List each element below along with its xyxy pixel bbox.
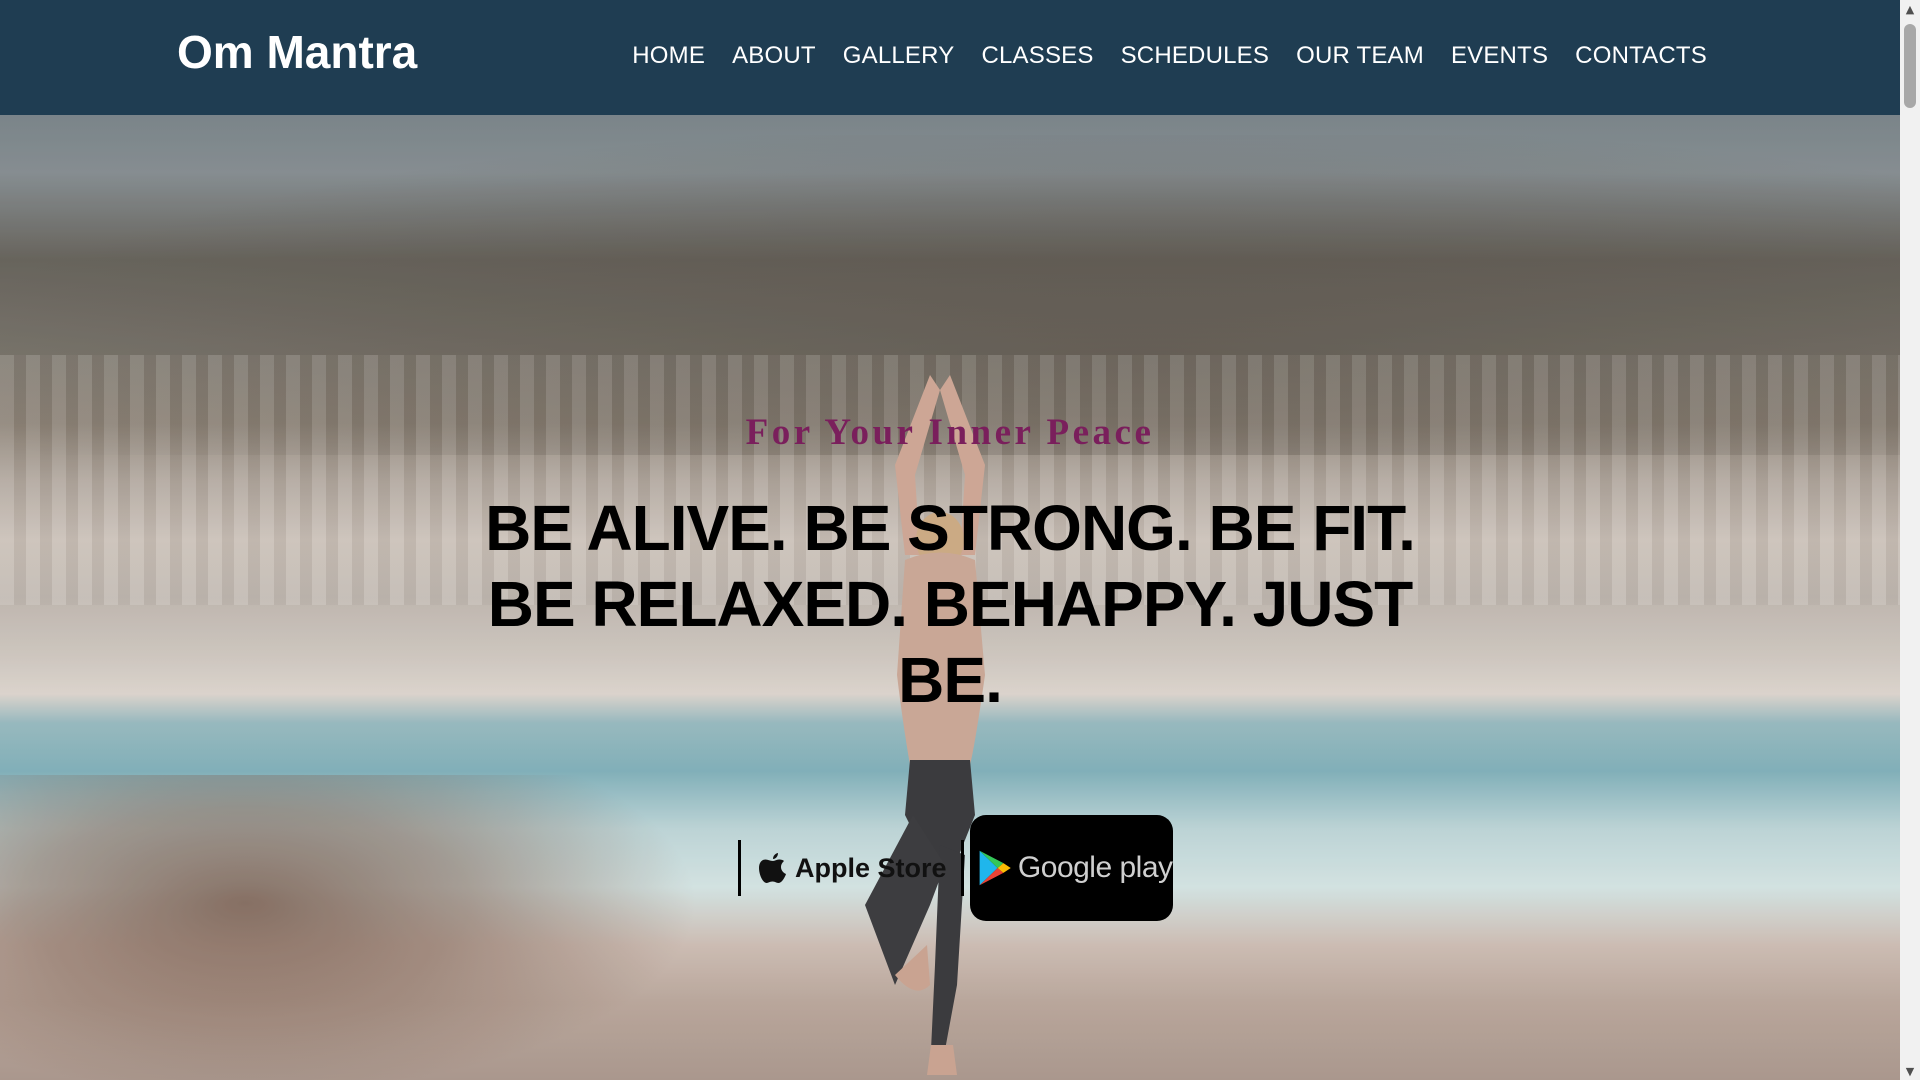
hero-section: For Your Inner Peace BE ALIVE. BE STRONG… xyxy=(0,115,1900,1080)
app-store-buttons: Apple Store Google play xyxy=(738,815,1173,921)
nav-link-events[interactable]: EVENTS xyxy=(1451,42,1548,69)
nav-link-about[interactable]: ABOUT xyxy=(732,42,816,69)
google-play-label: Google play xyxy=(1017,851,1173,884)
nav-link-gallery[interactable]: GALLERY xyxy=(843,42,955,69)
hero-tagline: For Your Inner Peace xyxy=(745,412,1155,453)
nav-item-contacts: CONTACTS xyxy=(1575,40,1707,72)
brand-logo-link[interactable]: Om Mantra xyxy=(177,22,417,82)
apple-store-button[interactable]: Apple Store xyxy=(738,840,964,896)
scroll-up-arrow-icon[interactable]: ▲ xyxy=(1900,0,1920,18)
page: Om Mantra HOME ABOUT GALLERY CLASSES SCH… xyxy=(0,0,1900,1080)
google-play-button[interactable]: Google play xyxy=(969,815,1173,921)
nav-item-classes: CLASSES xyxy=(981,40,1093,72)
nav-link-schedules[interactable]: SCHEDULES xyxy=(1121,42,1270,69)
nav-menu: HOME ABOUT GALLERY CLASSES SCHEDULES OUR… xyxy=(632,40,1707,72)
nav-item-schedules: SCHEDULES xyxy=(1121,40,1270,72)
nav-item-about: ABOUT xyxy=(732,40,816,72)
nav-link-home[interactable]: HOME xyxy=(632,42,705,69)
scroll-down-arrow-icon[interactable]: ▼ xyxy=(1900,1062,1920,1080)
nav-link-classes[interactable]: CLASSES xyxy=(981,42,1093,69)
scrollbar-thumb[interactable] xyxy=(1904,24,1916,108)
apple-store-label: Apple Store xyxy=(795,852,947,883)
nav-link-contacts[interactable]: CONTACTS xyxy=(1575,42,1707,69)
hero-headline: BE ALIVE. BE STRONG. BE FIT. BE RELAXED.… xyxy=(485,492,1416,716)
navbar: Om Mantra HOME ABOUT GALLERY CLASSES SCH… xyxy=(0,0,1900,115)
apple-icon xyxy=(759,853,786,883)
nav-item-events: EVENTS xyxy=(1451,40,1548,72)
nav-item-home: HOME xyxy=(632,40,705,72)
nav-link-our-team[interactable]: OUR TEAM xyxy=(1296,42,1424,69)
page-scrollbar[interactable]: ▲ ▼ xyxy=(1900,0,1920,1080)
nav-item-our-team: OUR TEAM xyxy=(1296,40,1424,72)
nav-item-gallery: GALLERY xyxy=(843,40,955,72)
google-play-icon xyxy=(979,850,1011,886)
